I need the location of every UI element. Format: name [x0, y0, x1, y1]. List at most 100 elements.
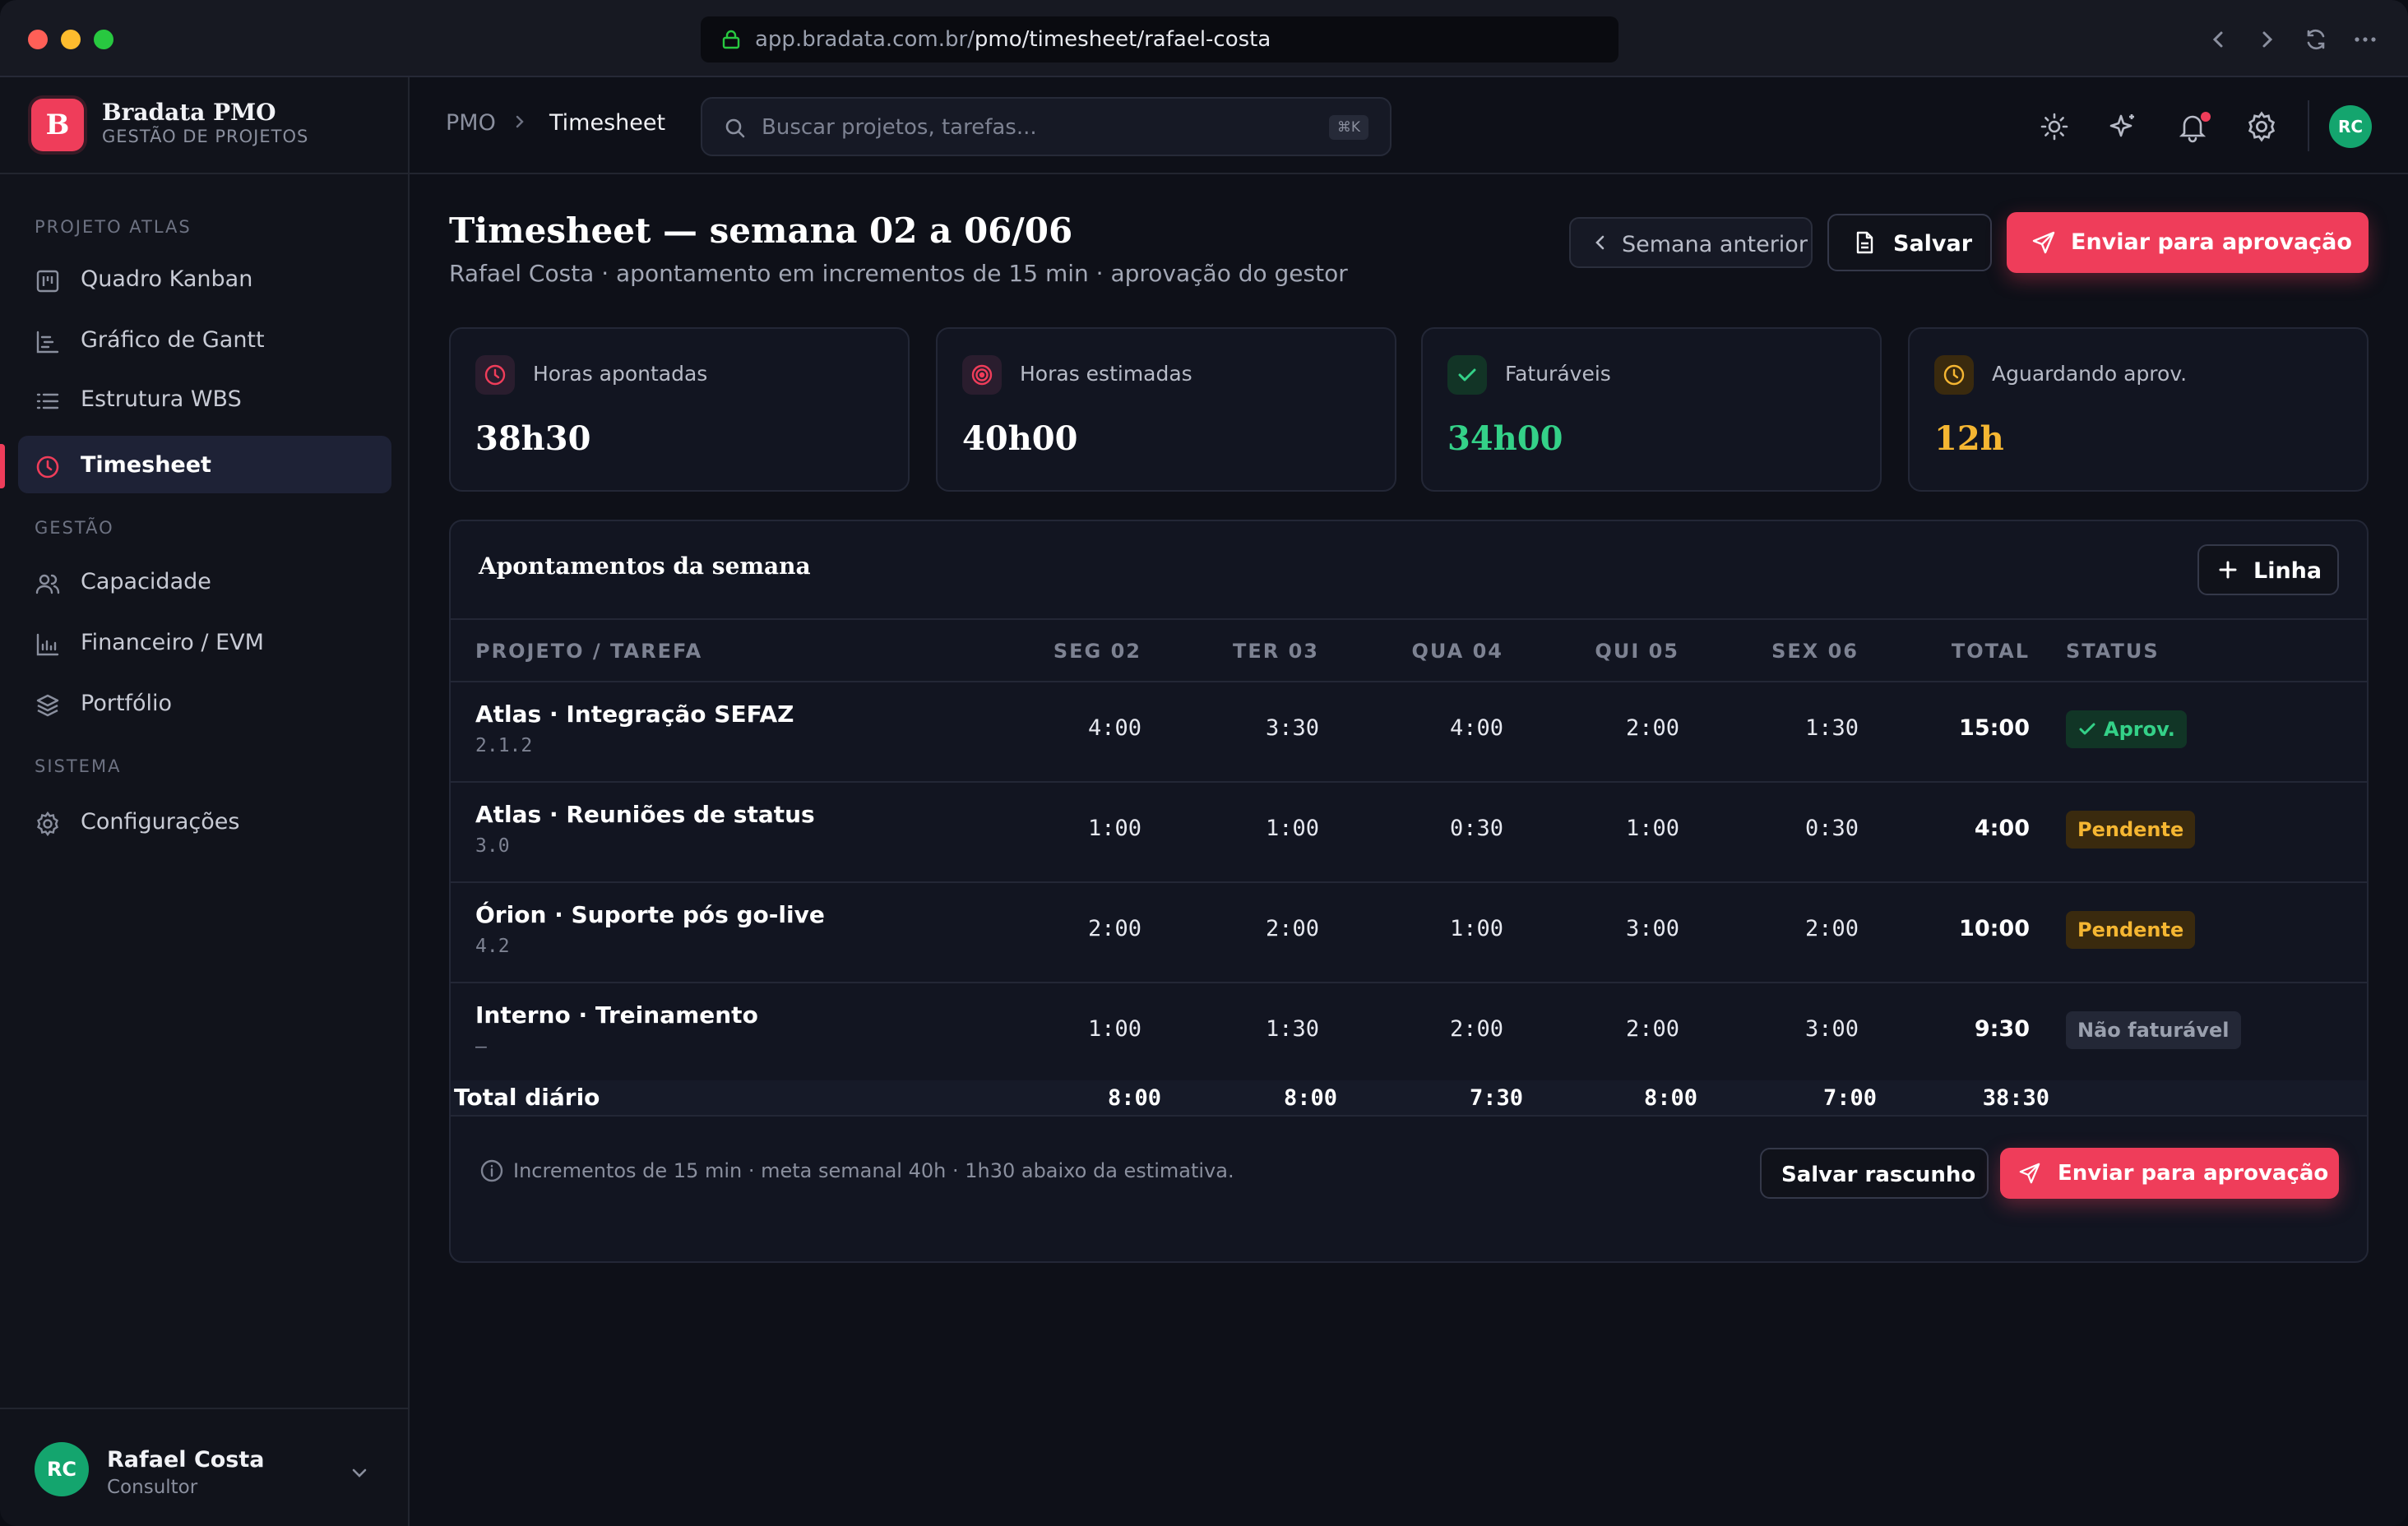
- hours-cell[interactable]: 2:00: [1043, 916, 1141, 941]
- kpi-label: Horas estimadas: [1020, 362, 1192, 386]
- daily-total-cell: 7:30: [1469, 1085, 1523, 1111]
- search-icon: [725, 118, 745, 138]
- user-menu[interactable]: RC Rafael Costa Consultor: [0, 1408, 408, 1526]
- hours-cell[interactable]: 2:00: [1405, 1016, 1503, 1042]
- panel-title: Apontamentos da semana: [479, 553, 811, 580]
- info-icon: [480, 1159, 503, 1182]
- chevron-down-icon[interactable]: [347, 1460, 372, 1485]
- hours-cell[interactable]: 1:00: [1220, 816, 1319, 841]
- kpi-icon: [1934, 355, 1974, 395]
- table-row[interactable]: Órion · Suporte pós go-live 4.2 2:00 2:0…: [451, 883, 2367, 983]
- kpi-card-hours-estimated: Horas estimadas 40h00: [936, 327, 1396, 492]
- sidebar-item-label: Capacidade: [81, 569, 211, 594]
- check-icon: [2079, 723, 2095, 735]
- check-icon: [1458, 368, 1476, 382]
- save-button[interactable]: Salvar: [1827, 214, 1992, 271]
- search-box[interactable]: ⌘K: [701, 97, 1392, 156]
- hours-cell[interactable]: 1:30: [1220, 1016, 1319, 1042]
- brand-header: B Bradata PMO GESTÃO DE PROJETOS: [0, 77, 408, 174]
- breadcrumb-timesheet: Timesheet: [549, 110, 666, 136]
- button-label: Semana anterior: [1622, 232, 1808, 257]
- sidebar-item-wbs[interactable]: Estrutura WBS: [18, 370, 391, 428]
- hours-cell[interactable]: 1:30: [1760, 715, 1859, 741]
- add-line-button[interactable]: Linha: [2197, 544, 2339, 595]
- reload-icon[interactable]: [2301, 25, 2331, 54]
- sidebar: B Bradata PMO GESTÃO DE PROJETOS PROJETO…: [0, 77, 410, 1526]
- sidebar-item-capacidade[interactable]: Capacidade: [18, 553, 391, 610]
- save-draft-button[interactable]: Salvar rascunho: [1760, 1148, 1989, 1199]
- users-icon: [35, 574, 60, 594]
- page-subtitle: Rafael Costa · apontamento em incremento…: [449, 260, 1348, 287]
- table-row[interactable]: Atlas · Reuniões de status 3.0 1:00 1:00…: [451, 783, 2367, 883]
- hours-cell[interactable]: 0:30: [1405, 816, 1503, 841]
- kpi-value: 40h00: [962, 419, 1078, 458]
- sidebar-item-label: Quadro Kanban: [81, 266, 253, 292]
- column-header: SEG 02: [1053, 640, 1141, 663]
- brand-name: Bradata PMO: [102, 99, 276, 126]
- sidebar-item-financeiro[interactable]: Financeiro / EVM: [18, 613, 391, 671]
- sidebar-item-timesheet[interactable]: Timesheet: [18, 436, 391, 493]
- user-name: Rafael Costa: [107, 1447, 265, 1473]
- sidebar-item-portfolio[interactable]: Portfólio: [18, 674, 391, 732]
- browser-toolbar: app.bradata.com.br/pmo/timesheet/rafael-…: [0, 0, 2408, 77]
- sidebar-item-configuracoes[interactable]: Configurações: [18, 793, 391, 850]
- table-row[interactable]: Interno · Treinamento — 1:00 1:30 2:00 2…: [451, 983, 2367, 1084]
- button-label: Enviar para aprovação: [2071, 229, 2352, 255]
- hours-cell[interactable]: 4:00: [1405, 715, 1503, 741]
- sparkles-icon[interactable]: [2107, 110, 2140, 143]
- status-badge: Pendente: [2066, 911, 2196, 949]
- brand-logo[interactable]: B: [31, 99, 84, 151]
- more-options-icon[interactable]: [2350, 25, 2380, 54]
- task-name: Órion · Suporte pós go-live: [475, 901, 825, 928]
- kpi-card-billable: Faturáveis 34h00: [1421, 327, 1882, 492]
- chevron-left-icon: [1595, 235, 1605, 250]
- hours-cell[interactable]: 3:30: [1220, 715, 1319, 741]
- submit-approval-button-footer[interactable]: Enviar para aprovação: [2000, 1148, 2339, 1199]
- kpi-card-hours-logged: Horas apontadas 38h30: [449, 327, 910, 492]
- task-code: 3.0: [475, 835, 510, 857]
- url-host: app.bradata.com.br/: [755, 27, 975, 52]
- hours-cell[interactable]: 1:00: [1405, 916, 1503, 941]
- hours-cell[interactable]: 2:00: [1581, 1016, 1679, 1042]
- hours-cell[interactable]: 1:00: [1581, 816, 1679, 841]
- column-header: TOTAL: [1951, 640, 2030, 663]
- gear-icon[interactable]: [2245, 110, 2278, 143]
- back-arrow-icon[interactable]: [2204, 25, 2234, 54]
- search-input[interactable]: [762, 110, 1271, 145]
- hours-cell[interactable]: 3:00: [1760, 1016, 1859, 1042]
- maximize-window-button[interactable]: [94, 30, 113, 49]
- hours-cell[interactable]: 2:00: [1760, 916, 1859, 941]
- table-row[interactable]: Atlas · Integração SEFAZ 2.1.2 4:00 3:30…: [451, 682, 2367, 783]
- avatar[interactable]: RC: [2329, 105, 2372, 148]
- hours-cell[interactable]: 1:00: [1043, 1016, 1141, 1042]
- sidebar-item-kanban[interactable]: Quadro Kanban: [18, 250, 391, 308]
- hours-cell[interactable]: 1:00: [1043, 816, 1141, 841]
- submit-approval-button[interactable]: Enviar para aprovação: [2007, 212, 2369, 273]
- hours-cell[interactable]: 2:00: [1220, 916, 1319, 941]
- forward-arrow-icon[interactable]: [2252, 25, 2281, 54]
- kpi-label: Faturáveis: [1505, 362, 1611, 386]
- task-name: Atlas · Integração SEFAZ: [475, 701, 794, 728]
- sidebar-item-gantt[interactable]: Gráfico de Gantt: [18, 311, 391, 368]
- hours-cell[interactable]: 4:00: [1043, 715, 1141, 741]
- row-total: 15:00: [1959, 715, 2030, 741]
- clock-icon: [484, 364, 506, 386]
- close-window-button[interactable]: [28, 30, 48, 49]
- sidebar-item-label: Financeiro / EVM: [81, 630, 264, 655]
- column-header: TER 03: [1233, 640, 1319, 663]
- address-bar[interactable]: app.bradata.com.br/pmo/timesheet/rafael-…: [701, 16, 1618, 62]
- divider: [2308, 100, 2309, 151]
- status-badge: Pendente: [2066, 811, 2196, 849]
- hours-cell[interactable]: 0:30: [1760, 816, 1859, 841]
- nav-section-title: GESTÃO: [35, 518, 114, 538]
- sidebar-item-label: Estrutura WBS: [81, 386, 242, 412]
- hours-cell[interactable]: 3:00: [1581, 916, 1679, 941]
- hours-cell[interactable]: 2:00: [1581, 715, 1679, 741]
- sun-icon[interactable]: [2038, 110, 2071, 143]
- lock-icon: [722, 30, 740, 49]
- previous-week-button[interactable]: Semana anterior: [1569, 217, 1813, 268]
- minimize-window-button[interactable]: [61, 30, 81, 49]
- column-header: STATUS: [2066, 640, 2160, 663]
- breadcrumb-pmo[interactable]: PMO: [446, 110, 496, 136]
- kpi-label: Horas apontadas: [533, 362, 708, 386]
